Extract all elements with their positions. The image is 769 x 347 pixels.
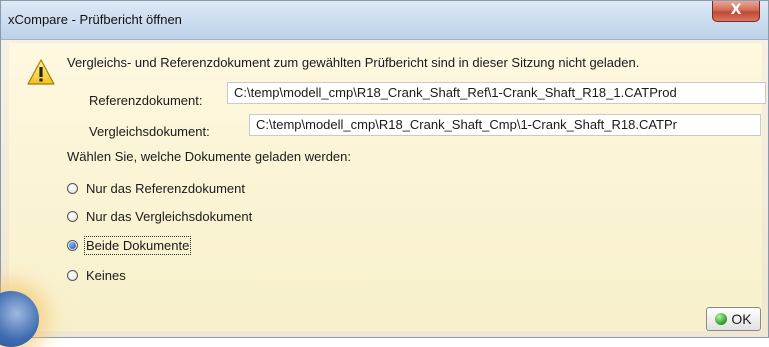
radio-button-selected[interactable] bbox=[67, 239, 78, 251]
ok-button[interactable]: OK bbox=[706, 307, 761, 331]
window-title: xCompare - Prüfbericht öffnen bbox=[8, 12, 182, 27]
option-label: Keines bbox=[86, 267, 126, 283]
choose-prompt: Wählen Sie, welche Dokumente geladen wer… bbox=[67, 149, 352, 164]
option-label: Nur das Vergleichsdokument bbox=[86, 208, 253, 224]
dialog-window: xCompare - Prüfbericht öffnen X Vergleic… bbox=[0, 0, 769, 347]
option-both-documents[interactable]: Beide Dokumente bbox=[67, 235, 192, 255]
option-reference-only[interactable]: Nur das Referenzdokument bbox=[67, 178, 245, 198]
radio-button[interactable] bbox=[67, 182, 78, 194]
comparison-path-field[interactable]: C:\temp\modell_cmp\R18_Crank_Shaft_Cmp\1… bbox=[249, 114, 761, 136]
globe-decoration-icon bbox=[0, 291, 39, 347]
close-icon: X bbox=[730, 2, 742, 18]
option-none[interactable]: Keines bbox=[67, 265, 126, 285]
close-button[interactable]: X bbox=[712, 1, 760, 22]
title-bar: xCompare - Prüfbericht öffnen X bbox=[1, 1, 768, 40]
dialog-content: Vergleichs- und Referenzdokument zum gew… bbox=[0, 43, 766, 347]
ok-label: OK bbox=[731, 311, 752, 327]
radio-button[interactable] bbox=[67, 210, 78, 222]
reference-path-field[interactable]: C:\temp\modell_cmp\R18_Crank_Shaft_Ref\1… bbox=[227, 82, 766, 104]
info-message: Vergleichs- und Referenzdokument zum gew… bbox=[67, 55, 640, 70]
option-label: Beide Dokumente bbox=[83, 235, 192, 255]
comparison-label: Vergleichsdokument: bbox=[89, 124, 210, 139]
option-label: Nur das Referenzdokument bbox=[86, 180, 245, 196]
option-comparison-only[interactable]: Nur das Vergleichsdokument bbox=[67, 206, 252, 226]
reference-label: Referenzdokument: bbox=[89, 93, 203, 108]
green-dot-icon bbox=[715, 313, 728, 325]
radio-button[interactable] bbox=[67, 269, 78, 281]
warning-icon bbox=[27, 59, 55, 85]
